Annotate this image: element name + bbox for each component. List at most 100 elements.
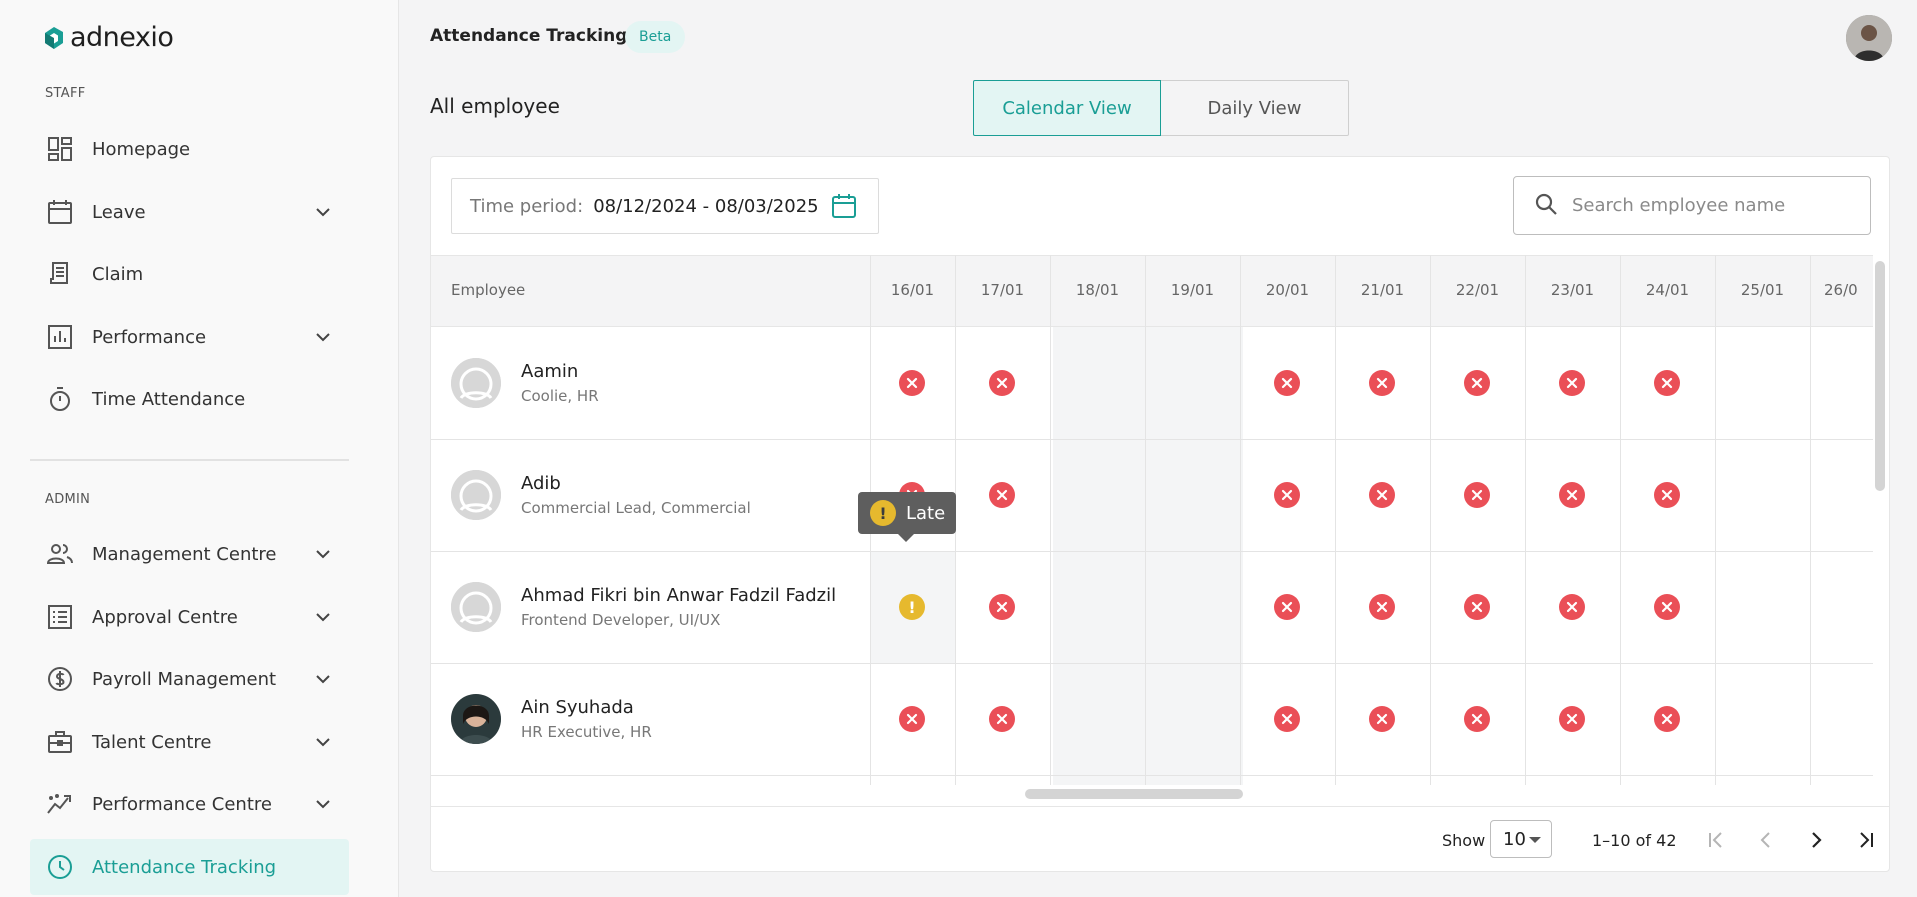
sidebar-item-payroll-management[interactable]: Payroll Management [30,651,349,707]
sidebar-item-performance[interactable]: Performance [30,309,349,365]
table-row-employee[interactable]: Ahmad Fikri bin Anwar Fadzil Fadzil Fron… [451,582,836,632]
last-page-icon [1860,832,1873,848]
table-row-employee[interactable]: Adib Commercial Lead, Commercial [451,470,751,520]
daily-view-button[interactable]: Daily View [1161,80,1349,136]
absent-status-icon[interactable] [1559,370,1585,396]
time-period-picker[interactable]: Time period: 08/12/2024 - 08/03/2025 [451,178,879,234]
search-input[interactable] [1572,195,1852,216]
sidebar-item-label: Time Attendance [92,388,246,410]
user-avatar[interactable] [1846,15,1892,61]
main-content: Attendance Tracking Beta All employee Ca… [400,0,1917,897]
table-row-employee[interactable]: Aamin Coolie, HR [451,358,599,408]
adnexio-logo-icon [45,26,63,49]
table-row-employee[interactable]: Ain Syuhada HR Executive, HR [451,694,652,744]
default-avatar-icon [451,358,501,408]
weekend-shade [1053,327,1243,785]
row-divider [431,551,1873,552]
date-header: 17/01 [980,281,1025,299]
absent-status-icon[interactable] [1464,706,1490,732]
absent-status-icon[interactable] [989,594,1015,620]
date-header: 25/01 [1740,281,1785,299]
logo[interactable]: adnexio [44,22,174,53]
tooltip-text: Late [906,502,946,524]
chevron-left-icon [1760,832,1770,848]
column-divider [1620,255,1621,785]
absent-status-icon[interactable] [1369,594,1395,620]
sidebar-item-management-centre[interactable]: Management Centre [30,526,349,582]
date-header: 24/01 [1645,281,1690,299]
sidebar-item-time-attendance[interactable]: Time Attendance [30,371,349,427]
sidebar-item-attendance-tracking[interactable]: Attendance Tracking [30,839,349,895]
column-divider [1715,255,1716,785]
sidebar-item-performance-centre[interactable]: Performance Centre [30,776,349,832]
sidebar-item-approval-centre[interactable]: Approval Centre [30,589,349,645]
employee-name: Adib [521,473,561,494]
attendance-grid: Employee 16/01 17/01 18/01 19/01 20/01 2… [431,255,1873,785]
absent-status-icon[interactable] [1464,594,1490,620]
absent-status-icon[interactable] [899,370,925,396]
horizontal-scrollbar[interactable] [1025,789,1243,799]
vertical-scrollbar[interactable] [1875,261,1885,491]
absent-status-icon[interactable] [1274,370,1300,396]
previous-page-button[interactable] [1753,827,1779,853]
bar-chart-icon [46,323,74,351]
absent-status-icon[interactable] [1369,482,1395,508]
show-label: Show [1442,830,1486,850]
absent-status-icon[interactable] [1559,594,1585,620]
date-header: 23/01 [1550,281,1595,299]
absent-status-icon[interactable] [989,482,1015,508]
absent-status-icon[interactable] [1464,370,1490,396]
absent-status-icon[interactable] [1274,594,1300,620]
absent-status-icon[interactable] [1654,370,1680,396]
absent-status-icon[interactable] [1654,594,1680,620]
column-divider [1810,255,1811,785]
calendar-icon [46,198,74,226]
receipt-icon [46,260,74,288]
row-divider [431,775,1873,776]
absent-status-icon[interactable] [1559,706,1585,732]
date-header: 16/01 [890,281,935,299]
absent-status-icon[interactable] [989,370,1015,396]
first-page-button[interactable] [1703,827,1729,853]
table-header: Employee 16/01 17/01 18/01 19/01 20/01 2… [431,255,1873,327]
sidebar-item-homepage[interactable]: Homepage [30,121,349,177]
calendar-icon[interactable] [830,192,858,225]
list-icon [46,603,74,631]
absent-status-icon[interactable] [989,706,1015,732]
calendar-view-button[interactable]: Calendar View [973,80,1161,136]
page-title: Attendance Tracking [430,26,628,46]
sidebar-item-label: Homepage [92,138,191,160]
time-period-label: Time period: [470,195,584,217]
absent-status-icon[interactable] [1369,706,1395,732]
avatar [451,470,501,520]
attendance-card: Time period: 08/12/2024 - 08/03/2025 Emp… [430,156,1890,872]
absent-status-icon[interactable] [899,706,925,732]
briefcase-icon [46,728,74,756]
absent-status-icon[interactable] [1369,370,1395,396]
absent-status-icon[interactable] [1274,482,1300,508]
page-size-value: 10 [1503,828,1526,850]
absent-status-icon[interactable] [1654,482,1680,508]
absent-status-icon[interactable] [1654,706,1680,732]
absent-status-icon[interactable] [1559,482,1585,508]
date-header: 21/01 [1360,281,1405,299]
chevron-down-icon [311,542,335,566]
late-status-icon[interactable]: ! [899,594,925,620]
next-page-button[interactable] [1803,827,1829,853]
absent-status-icon[interactable] [1464,482,1490,508]
people-icon [46,540,74,568]
date-header: 22/01 [1455,281,1500,299]
last-page-button[interactable] [1853,827,1879,853]
sidebar-item-talent-centre[interactable]: Talent Centre [30,714,349,770]
employee-name: Aamin [521,361,579,382]
page-size-select[interactable]: 10 [1490,820,1552,858]
stopwatch-icon [46,385,74,413]
absent-status-icon[interactable] [1274,706,1300,732]
page-range: 1–10 of 42 [1592,830,1677,850]
employee-search[interactable] [1513,176,1871,235]
sidebar-item-leave[interactable]: Leave [30,184,349,240]
sidebar-item-label: Leave [92,201,146,223]
sidebar-item-claim[interactable]: Claim [30,246,349,302]
sidebar-item-label: Performance [92,326,207,348]
employee-column-header: Employee [451,281,526,299]
